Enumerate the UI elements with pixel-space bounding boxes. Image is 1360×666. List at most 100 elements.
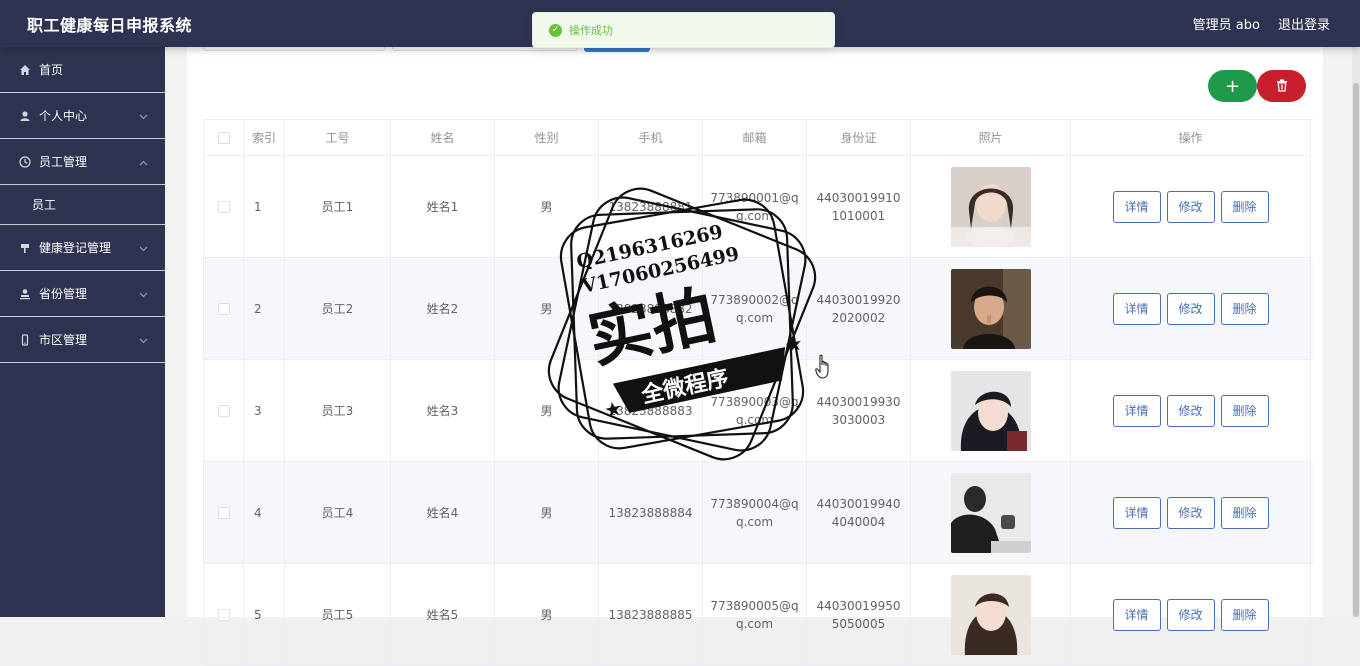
cell-idcard: 440300199101010001 xyxy=(807,156,911,258)
row-checkbox-cell xyxy=(204,564,244,666)
delete-button[interactable]: 删除 xyxy=(1220,496,1269,529)
cell-index: 1 xyxy=(244,156,285,258)
sidebar-item-label: 首页 xyxy=(39,63,64,77)
cell-phone: 13823888881 xyxy=(599,156,703,258)
cell-actions: 详情 修改 删除 xyxy=(1071,156,1311,258)
sidebar-item-health-registration[interactable]: 健康登记管理 xyxy=(0,225,165,271)
sidebar-item-label: 健康登记管理 xyxy=(39,241,112,255)
row-checkbox-cell xyxy=(204,462,244,564)
sidebar-item-label: 省份管理 xyxy=(39,287,88,301)
edit-button[interactable]: 修改 xyxy=(1166,598,1215,631)
cell-actions: 详情 修改 删除 xyxy=(1071,360,1311,462)
flag-icon xyxy=(18,241,32,255)
batch-delete-button[interactable] xyxy=(1257,70,1306,102)
column-header-sex: 性别 xyxy=(495,120,599,156)
cell-photo xyxy=(911,564,1071,666)
detail-button[interactable]: 详情 xyxy=(1112,190,1161,223)
row-checkbox-cell xyxy=(204,258,244,360)
employee-photo[interactable] xyxy=(950,370,1031,451)
cell-sex: 男 xyxy=(495,564,599,666)
delete-button[interactable]: 删除 xyxy=(1220,190,1269,223)
table-row: 2 员工2 姓名2 男 13823888882 773890002@qq.com… xyxy=(204,258,1313,360)
column-header-name: 姓名 xyxy=(391,120,495,156)
select-all-checkbox[interactable] xyxy=(217,131,230,144)
cell-email: 773890004@qq.com xyxy=(703,462,807,564)
edit-button[interactable]: 修改 xyxy=(1166,190,1215,223)
edit-button[interactable]: 修改 xyxy=(1166,394,1215,427)
cell-idcard: 440300199404040004 xyxy=(807,462,911,564)
chevron-down-icon xyxy=(139,241,148,255)
cell-idcard: 440300199505050005 xyxy=(807,564,911,666)
delete-button[interactable]: 删除 xyxy=(1220,292,1269,325)
detail-button[interactable]: 详情 xyxy=(1112,394,1161,427)
sidebar-item-city-management[interactable]: 市区管理 xyxy=(0,317,165,363)
employee-photo[interactable] xyxy=(950,574,1031,655)
chevron-down-icon xyxy=(139,333,148,347)
row-checkbox[interactable] xyxy=(217,608,230,621)
cell-sex: 男 xyxy=(495,462,599,564)
table-row: 1 员工1 姓名1 男 13823888881 773890001@qq.com… xyxy=(204,156,1313,258)
cell-name: 姓名2 xyxy=(391,258,495,360)
cell-employee-no: 员工2 xyxy=(285,258,391,360)
cell-idcard: 440300199202020002 xyxy=(807,258,911,360)
clock-icon xyxy=(18,155,32,169)
cell-photo xyxy=(911,258,1071,360)
row-checkbox[interactable] xyxy=(217,200,230,213)
sidebar-subitem-employee[interactable]: 员工 xyxy=(0,185,165,225)
sidebar-item-home[interactable]: 首页 xyxy=(0,47,165,93)
edit-button[interactable]: 修改 xyxy=(1166,496,1215,529)
table-header: 索引 工号 姓名 性别 手机 邮箱 身份证 照片 操作 xyxy=(204,120,1313,156)
hand-cursor-icon xyxy=(815,354,829,379)
employee-photo[interactable] xyxy=(950,472,1031,553)
admin-user-label[interactable]: 管理员 abo xyxy=(1193,14,1260,33)
column-header-idcard: 身份证 xyxy=(807,120,911,156)
search-input[interactable] xyxy=(203,47,385,51)
column-header-employee-no: 工号 xyxy=(285,120,391,156)
cell-email: 773890005@qq.com xyxy=(703,564,807,666)
sidebar-item-employee-management[interactable]: 员工管理 xyxy=(0,139,165,185)
cell-index: 4 xyxy=(244,462,285,564)
row-checkbox[interactable] xyxy=(217,404,230,417)
row-checkbox[interactable] xyxy=(217,506,230,519)
home-icon xyxy=(18,63,32,77)
cell-sex: 男 xyxy=(495,156,599,258)
cell-photo xyxy=(911,462,1071,564)
edit-button[interactable]: 修改 xyxy=(1166,292,1215,325)
select-all-checkbox-cell xyxy=(204,120,244,156)
add-button[interactable]: + xyxy=(1208,70,1257,102)
cell-employee-no: 员工5 xyxy=(285,564,391,666)
detail-button[interactable]: 详情 xyxy=(1112,598,1161,631)
detail-button[interactable]: 详情 xyxy=(1112,292,1161,325)
cell-index: 5 xyxy=(244,564,285,666)
sidebar: 首页 个人中心 员工管理 员工 健康登记管理 省份管理 市区管理 xyxy=(0,47,165,617)
table-row: 3 员工3 姓名3 男 13823888883 773890003@qq.com… xyxy=(204,360,1313,462)
delete-button[interactable]: 删除 xyxy=(1220,394,1269,427)
row-checkbox[interactable] xyxy=(217,302,230,315)
employee-photo[interactable] xyxy=(950,268,1031,349)
cell-employee-no: 员工1 xyxy=(285,156,391,258)
cell-photo xyxy=(911,156,1071,258)
employee-table: 索引 工号 姓名 性别 手机 邮箱 身份证 照片 操作 1 员工1 姓名1 男 … xyxy=(203,119,1313,666)
row-checkbox-cell xyxy=(204,156,244,258)
detail-button[interactable]: 详情 xyxy=(1112,496,1161,529)
trash-icon xyxy=(1276,76,1288,97)
content-card: + 索引 工号 姓名 性别 手机 邮箱 身份证 照片 操作 1 员工1 姓名1 … xyxy=(187,47,1323,666)
employee-photo[interactable] xyxy=(950,166,1031,247)
sidebar-item-province-management[interactable]: 省份管理 xyxy=(0,271,165,317)
app-title: 职工健康每日申报系统 xyxy=(27,15,193,35)
chevron-up-icon xyxy=(139,155,148,169)
chevron-down-icon xyxy=(139,109,148,123)
cell-actions: 详情 修改 删除 xyxy=(1071,258,1311,360)
cell-name: 姓名5 xyxy=(391,564,495,666)
cell-sex: 男 xyxy=(495,258,599,360)
cell-name: 姓名4 xyxy=(391,462,495,564)
sidebar-item-label: 个人中心 xyxy=(39,109,88,123)
cell-phone: 13823888882 xyxy=(599,258,703,360)
cell-phone: 13823888884 xyxy=(599,462,703,564)
sidebar-item-personal-center[interactable]: 个人中心 xyxy=(0,93,165,139)
user-icon xyxy=(18,109,32,123)
scrollbar-thumb[interactable] xyxy=(1353,83,1359,617)
column-header-actions: 操作 xyxy=(1071,120,1311,156)
logout-link[interactable]: 退出登录 xyxy=(1278,14,1330,33)
delete-button[interactable]: 删除 xyxy=(1220,598,1269,631)
